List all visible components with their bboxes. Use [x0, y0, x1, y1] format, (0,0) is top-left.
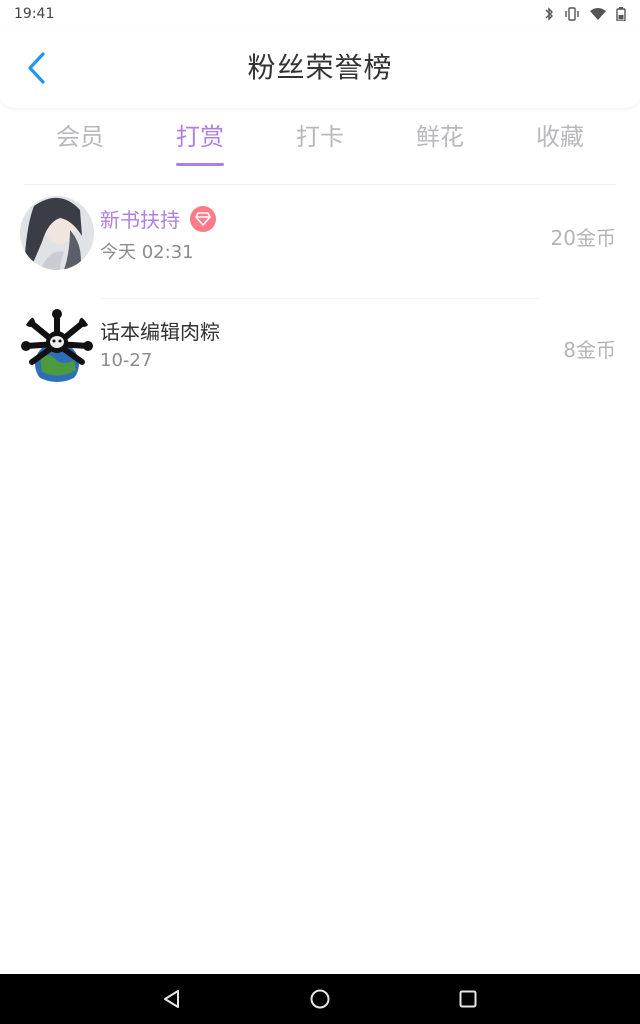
reward-time: 今天 02:31 [100, 242, 194, 263]
nav-back-button[interactable] [158, 985, 186, 1013]
tab-label: 会员 [56, 123, 104, 151]
tab-favorite[interactable]: 收藏 [500, 108, 620, 168]
app-bar: 粉丝荣誉榜 [0, 28, 640, 108]
triangle-back-icon [164, 990, 179, 1008]
square-recents-icon [459, 990, 477, 1008]
tab-flower[interactable]: 鲜花 [380, 108, 500, 168]
tab-label: 打赏 [176, 123, 224, 151]
tab-active-indicator [176, 163, 224, 166]
reward-amount: 8金币 [563, 338, 616, 362]
bluetooth-icon [545, 7, 553, 21]
tab-label: 打卡 [296, 123, 344, 151]
list-item[interactable]: 新书扶持 今天 02:31 20金币 [0, 186, 640, 298]
vip-badge [190, 205, 216, 232]
tab-checkin[interactable]: 打卡 [260, 108, 380, 168]
tab-member[interactable]: 会员 [20, 108, 140, 168]
tab-label: 鲜花 [416, 123, 464, 151]
tab-bar: 会员 打赏 打卡 鲜花 收藏 [20, 108, 620, 168]
avatar[interactable] [20, 196, 94, 270]
list-item[interactable]: 话本编辑肉粽 10-27 8金币 [0, 298, 640, 410]
avatar[interactable] [20, 308, 94, 382]
fan-list: 新书扶持 今天 02:31 20金币 话本编辑肉粽 10-27 8金币 [0, 186, 640, 410]
status-bar: 19:41 [0, 0, 640, 28]
name-line: 话本编辑肉粽 [100, 316, 220, 345]
chevron-left-icon [28, 52, 45, 84]
user-name: 新书扶持 [100, 208, 180, 232]
avatar-image [20, 308, 94, 382]
tab-label: 收藏 [536, 123, 584, 151]
system-nav-bar [0, 974, 640, 1024]
battery-icon [616, 7, 626, 21]
reward-amount: 20金币 [550, 226, 616, 250]
name-line: 新书扶持 [100, 204, 216, 233]
tab-divider [24, 184, 616, 185]
status-time: 19:41 [14, 6, 55, 22]
tab-reward[interactable]: 打赏 [140, 108, 260, 168]
avatar-image [20, 196, 94, 270]
back-button[interactable] [18, 50, 54, 86]
page-title: 粉丝荣誉榜 [247, 51, 393, 84]
nav-home-button[interactable] [306, 985, 334, 1013]
status-icons [544, 7, 626, 21]
circle-home-icon [310, 989, 330, 1009]
reward-time: 10-27 [100, 350, 153, 371]
diamond-icon [195, 211, 211, 226]
wifi-icon [590, 8, 606, 20]
user-name: 话本编辑肉粽 [100, 320, 220, 344]
vibrate-icon [565, 7, 579, 21]
nav-recents-button[interactable] [454, 985, 482, 1013]
